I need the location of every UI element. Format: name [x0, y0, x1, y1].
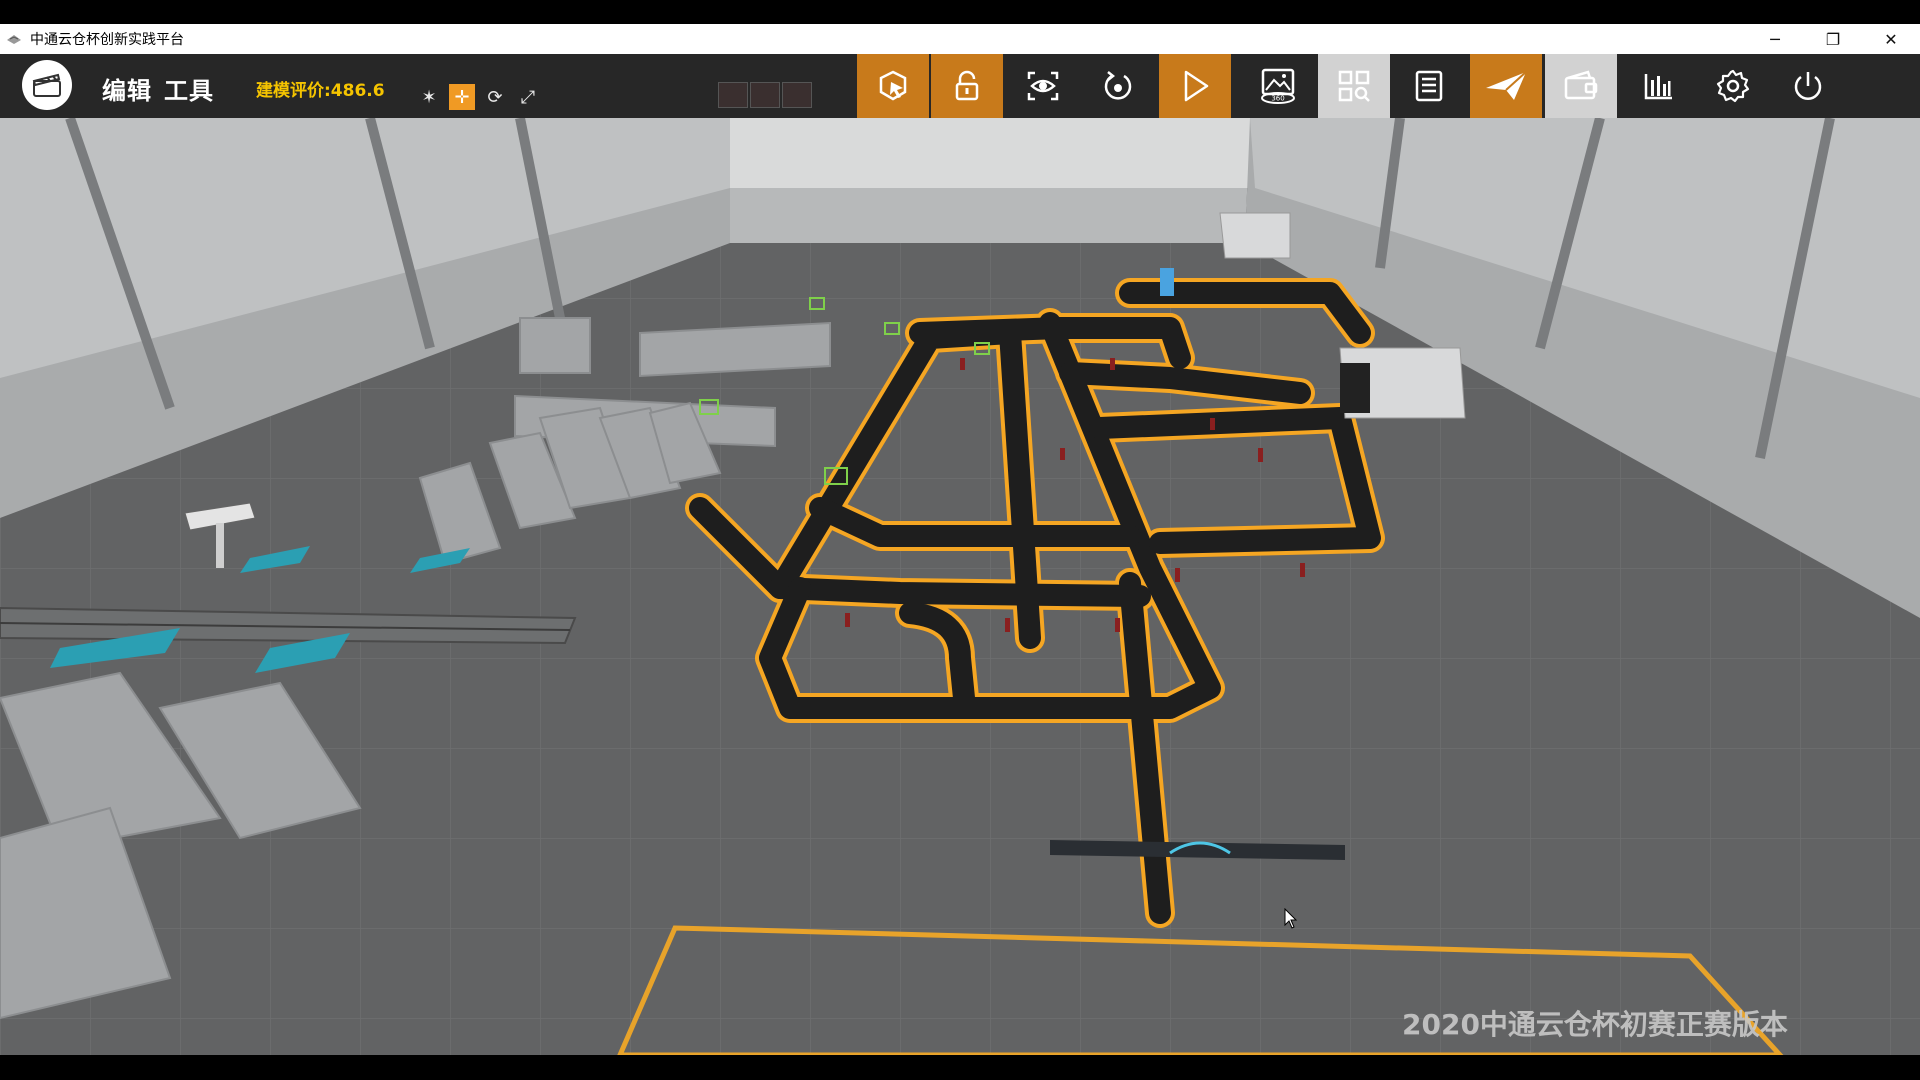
screen-bottom-border [0, 1055, 1920, 1080]
paper-plane-icon [1486, 71, 1527, 100]
settings-button[interactable] [1697, 54, 1769, 118]
window-title: 中通云仓杯创新实践平台 [30, 32, 184, 48]
modeling-score: 建模评价:486.6 [256, 81, 385, 101]
restore-button[interactable]: ❐ [1804, 24, 1862, 54]
power-icon [1794, 72, 1822, 100]
scale-tool[interactable]: ⤢ [515, 84, 541, 110]
play-icon [1184, 70, 1209, 102]
clapperboard-icon [32, 73, 61, 97]
reset-view-button[interactable] [1082, 54, 1154, 118]
eye-icon [1027, 71, 1059, 101]
wallet-button[interactable] [1545, 54, 1617, 118]
lock-button[interactable] [931, 54, 1003, 118]
mouse-cursor [1284, 908, 1298, 929]
version-watermark: 2020中通云仓杯初赛正赛版本 [1402, 1008, 1788, 1041]
rotate-icon [1104, 71, 1132, 100]
warehouse-3d-viewport[interactable] [0, 118, 1920, 1055]
tools-menu[interactable]: 工具 [164, 71, 214, 106]
submit-button[interactable] [1470, 54, 1542, 118]
view-360-button[interactable]: 360 [1242, 54, 1314, 118]
panorama-360-label: 360 [1271, 95, 1284, 103]
scatter-tool[interactable]: ✶ [416, 84, 442, 110]
focus-view-button[interactable] [1007, 54, 1079, 118]
gear-icon [1716, 69, 1750, 103]
move-tool[interactable]: ✛ [449, 84, 475, 110]
edit-menu[interactable]: 编辑 [102, 71, 152, 106]
window-controls: ─ ❐ ✕ [1746, 24, 1920, 54]
grid-search-icon [1338, 70, 1370, 102]
select-object-button[interactable] [857, 54, 929, 118]
lock-icon [955, 70, 979, 101]
statistics-button[interactable] [1622, 54, 1694, 118]
transform-tools: ✶ ✛ ⟳ ⤢ [416, 84, 541, 110]
close-button[interactable]: ✕ [1862, 24, 1920, 54]
list-button[interactable] [1393, 54, 1465, 118]
cube-cursor-icon [879, 70, 907, 101]
camera-thumbnail[interactable] [750, 82, 780, 108]
screen-top-border [0, 0, 1920, 24]
main-toolbar: 编辑 工具 建模评价:486.6 ✶ ✛ ⟳ ⤢ 360 [0, 54, 1920, 118]
wallet-icon [1564, 70, 1598, 100]
camera-thumbnail[interactable] [782, 82, 812, 108]
camera-thumbnails [718, 82, 812, 108]
panorama-360-icon: 360 [1261, 68, 1295, 104]
window-title-bar: 中通云仓杯创新实践平台 ─ ❐ ✕ [0, 24, 1920, 54]
play-button[interactable] [1159, 54, 1231, 118]
list-icon [1415, 70, 1443, 102]
scene-menu-button[interactable] [22, 60, 72, 110]
bar-chart-icon [1644, 74, 1672, 100]
power-button[interactable] [1772, 54, 1844, 118]
rotate-tool[interactable]: ⟳ [482, 84, 508, 110]
camera-thumbnail[interactable] [718, 82, 748, 108]
minimize-button[interactable]: ─ [1746, 24, 1804, 54]
warehouse-scene [0, 118, 1920, 1055]
app-icon [7, 35, 21, 44]
grid-search-button[interactable] [1318, 54, 1390, 118]
